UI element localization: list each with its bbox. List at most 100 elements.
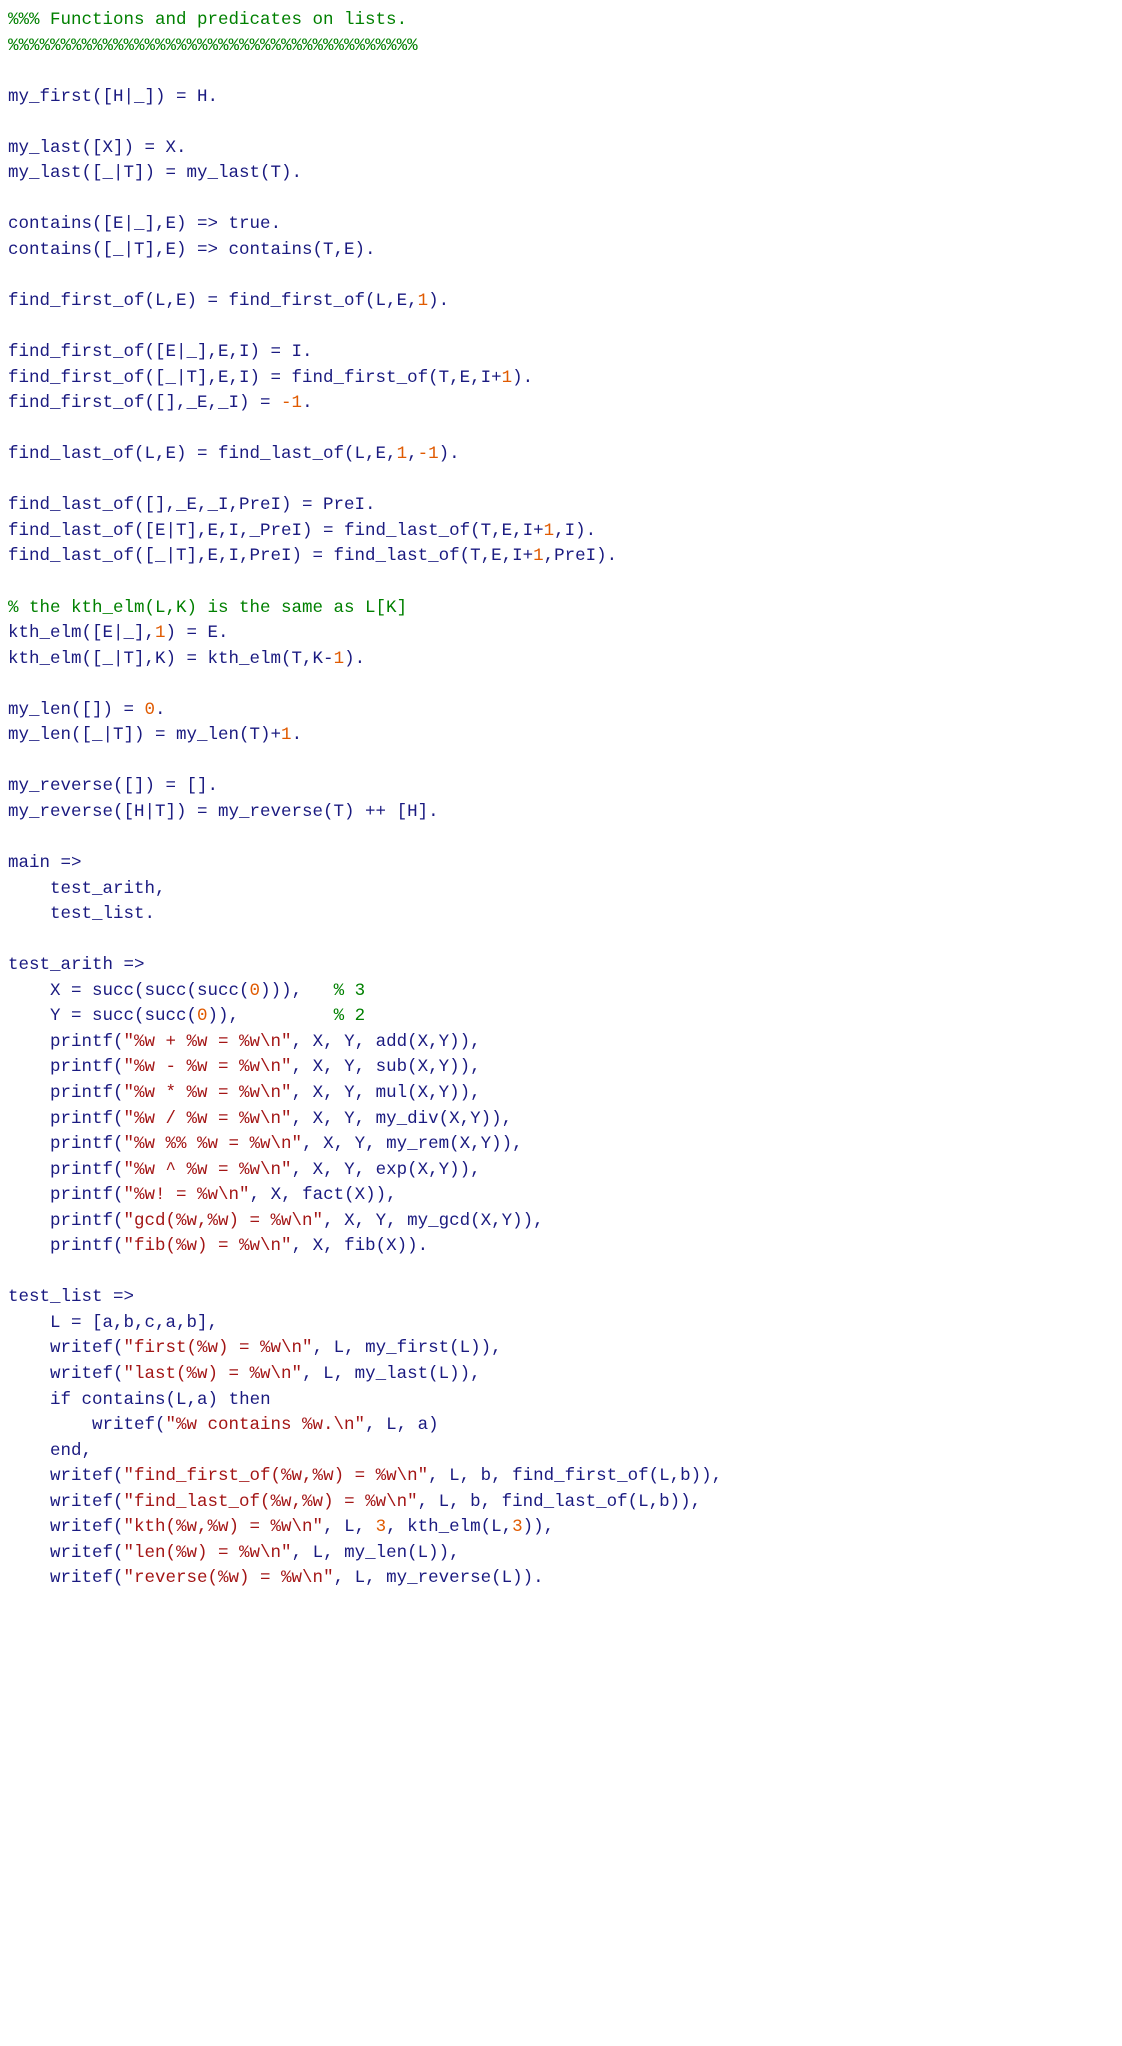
code-line: find_first_of([],_E,_I) = -1. xyxy=(8,391,1114,417)
code-token: 1 xyxy=(533,546,544,566)
code-token: ,I). xyxy=(554,521,596,541)
code-token: 3 xyxy=(512,1517,523,1537)
code-line: writef("first(%w) = %w\n", L, my_first(L… xyxy=(8,1336,1114,1362)
code-line xyxy=(8,110,1114,136)
code-token: , X, Y, add(X,Y)), xyxy=(292,1032,481,1052)
code-line: X = succ(succ(succ(0))), % 3 xyxy=(8,979,1114,1005)
code-token: contains(L,a) xyxy=(71,1390,229,1410)
code-token: test_list. xyxy=(8,904,155,924)
code-line: find_first_of([_|T],E,I) = find_first_of… xyxy=(8,366,1114,392)
code-token: %%% Functions and predicates on lists. xyxy=(8,10,407,30)
code-line: kth_elm([_|T],K) = kth_elm(T,K-1). xyxy=(8,647,1114,673)
code-line: end, xyxy=(8,1439,1114,1465)
code-line: printf("%w * %w = %w\n", X, Y, mul(X,Y))… xyxy=(8,1081,1114,1107)
code-token: find_last_of([],_E,_I,PreI) = PreI. xyxy=(8,495,376,515)
code-token: -1 xyxy=(418,444,439,464)
code-token: writef( xyxy=(8,1415,166,1435)
code-token: % 3 xyxy=(334,981,366,1001)
code-token: "kth(%w,%w) = %w\n" xyxy=(124,1517,324,1537)
code-line xyxy=(8,928,1114,954)
code-line: my_reverse([]) = []. xyxy=(8,774,1114,800)
code-token: writef( xyxy=(8,1364,124,1384)
code-token: my_reverse([H|T]) = my_reverse(T) ++ [H]… xyxy=(8,802,439,822)
code-token: 1 xyxy=(544,521,555,541)
code-token: , L, my_first(L)), xyxy=(313,1338,502,1358)
code-token: , L, xyxy=(323,1517,376,1537)
code-line: writef("%w contains %w.\n", L, a) xyxy=(8,1413,1114,1439)
code-token: . xyxy=(292,725,303,745)
code-line xyxy=(8,59,1114,85)
code-line: L = [a,b,c,a,b], xyxy=(8,1311,1114,1337)
code-line: printf("fib(%w) = %w\n", X, fib(X)). xyxy=(8,1234,1114,1260)
code-token: 0 xyxy=(197,1006,208,1026)
code-token: printf( xyxy=(8,1185,124,1205)
code-line: writef("last(%w) = %w\n", L, my_last(L))… xyxy=(8,1362,1114,1388)
code-token: printf( xyxy=(8,1134,124,1154)
code-token: ,PreI). xyxy=(544,546,618,566)
code-token: "%w * %w = %w\n" xyxy=(124,1083,292,1103)
code-line: printf("%w - %w = %w\n", X, Y, sub(X,Y))… xyxy=(8,1055,1114,1081)
code-line xyxy=(8,826,1114,852)
code-line xyxy=(8,749,1114,775)
code-token: end xyxy=(50,1441,82,1461)
code-line: my_last([_|T]) = my_last(T). xyxy=(8,161,1114,187)
code-token: my_last([_|T]) = my_last(T). xyxy=(8,163,302,183)
code-token: , L, my_len(L)), xyxy=(292,1543,460,1563)
code-line: find_last_of(L,E) = find_last_of(L,E,1,-… xyxy=(8,442,1114,468)
code-line: if contains(L,a) then xyxy=(8,1388,1114,1414)
code-token: 1 xyxy=(155,623,166,643)
code-line xyxy=(8,263,1114,289)
code-line xyxy=(8,672,1114,698)
code-token: "%w + %w = %w\n" xyxy=(124,1032,292,1052)
code-token: 1 xyxy=(397,444,408,464)
code-token: printf( xyxy=(8,1057,124,1077)
code-token: , xyxy=(407,444,418,464)
code-token: kth_elm([_|T],K) = kth_elm(T,K- xyxy=(8,649,334,669)
code-token: X = succ(succ(succ( xyxy=(8,981,250,1001)
code-line: find_last_of([E|T],E,I,_PreI) = find_las… xyxy=(8,519,1114,545)
code-token: printf( xyxy=(8,1109,124,1129)
code-line: writef("len(%w) = %w\n", L, my_len(L)), xyxy=(8,1541,1114,1567)
code-token xyxy=(8,1441,50,1461)
code-line: my_len([_|T]) = my_len(T)+1. xyxy=(8,723,1114,749)
code-token: )), xyxy=(523,1517,555,1537)
code-token xyxy=(8,1390,50,1410)
code-token: % 2 xyxy=(334,1006,366,1026)
code-line: my_first([H|_]) = H. xyxy=(8,85,1114,111)
code-token: "%w / %w = %w\n" xyxy=(124,1109,292,1129)
code-token: "last(%w) = %w\n" xyxy=(124,1364,303,1384)
code-line: test_arith => xyxy=(8,953,1114,979)
code-token: writef( xyxy=(8,1338,124,1358)
code-token: Y = succ(succ( xyxy=(8,1006,197,1026)
code-line: contains([E|_],E) => true. xyxy=(8,212,1114,238)
code-token: , kth_elm(L, xyxy=(386,1517,512,1537)
code-line: printf("%w + %w = %w\n", X, Y, add(X,Y))… xyxy=(8,1030,1114,1056)
source-code-block: %%% Functions and predicates on lists.%%… xyxy=(8,8,1114,1592)
code-token: , X, fact(X)), xyxy=(250,1185,397,1205)
code-line: writef("kth(%w,%w) = %w\n", L, 3, kth_el… xyxy=(8,1515,1114,1541)
code-line: test_list => xyxy=(8,1285,1114,1311)
code-line xyxy=(8,468,1114,494)
code-token: "reverse(%w) = %w\n" xyxy=(124,1568,334,1588)
code-token: , X, Y, exp(X,Y)), xyxy=(292,1160,481,1180)
code-token: "gcd(%w,%w) = %w\n" xyxy=(124,1211,324,1231)
code-token: my_len([_|T]) = my_len(T)+ xyxy=(8,725,281,745)
code-token: main => xyxy=(8,853,82,873)
code-line: find_first_of([E|_],E,I) = I. xyxy=(8,340,1114,366)
code-line: writef("find_first_of(%w,%w) = %w\n", L,… xyxy=(8,1464,1114,1490)
code-line xyxy=(8,417,1114,443)
code-line: find_last_of([_|T],E,I,PreI) = find_last… xyxy=(8,544,1114,570)
code-line: writef("reverse(%w) = %w\n", L, my_rever… xyxy=(8,1566,1114,1592)
code-token: "find_first_of(%w,%w) = %w\n" xyxy=(124,1466,429,1486)
code-line: contains([_|T],E) => contains(T,E). xyxy=(8,238,1114,264)
code-token: %%%%%%%%%%%%%%%%%%%%%%%%%%%%%%%%%%%%%%% xyxy=(8,36,418,56)
code-token: my_reverse([]) = []. xyxy=(8,776,218,796)
code-token: 1 xyxy=(502,368,513,388)
code-line: printf("%w! = %w\n", X, fact(X)), xyxy=(8,1183,1114,1209)
code-token: ). xyxy=(428,291,449,311)
code-line: test_arith, xyxy=(8,877,1114,903)
code-line: find_first_of(L,E) = find_first_of(L,E,1… xyxy=(8,289,1114,315)
code-token: % the kth_elm(L,K) is the same as L[K] xyxy=(8,598,407,618)
code-token: my_len([]) = xyxy=(8,700,145,720)
code-token: "%w %% %w = %w\n" xyxy=(124,1134,303,1154)
